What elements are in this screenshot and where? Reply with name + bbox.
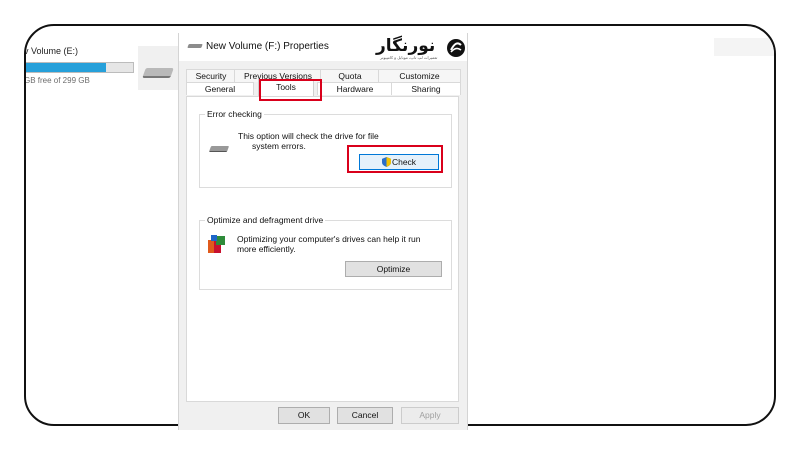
- check-button-label: Check: [391, 157, 417, 167]
- brand-logo: نورنگار تعمیرات لپ تاپ، موبایل و کامپیوت…: [376, 36, 469, 62]
- tab-customize[interactable]: Customize: [378, 69, 461, 82]
- tab-hardware[interactable]: Hardware: [317, 82, 393, 95]
- tab-quota[interactable]: Quota: [320, 69, 380, 82]
- tools-panel: Error checking This option will check th…: [186, 96, 459, 402]
- tab-security[interactable]: Security: [186, 69, 236, 82]
- hard-drive-icon: [142, 68, 174, 78]
- optimize-desc-line2: more efficiently.: [237, 244, 296, 254]
- optimize-button[interactable]: Optimize: [345, 261, 442, 277]
- properties-dialog: New Volume (F:) Properties نورنگار تعمیر…: [178, 33, 468, 430]
- optimize-desc-line1: Optimizing your computer's drives can he…: [237, 234, 421, 244]
- tab-general[interactable]: General: [186, 82, 254, 95]
- check-button[interactable]: Check: [359, 154, 439, 170]
- apply-button[interactable]: Apply: [401, 407, 459, 424]
- cancel-button[interactable]: Cancel: [337, 407, 393, 424]
- logo-mark-icon: [447, 39, 465, 57]
- uac-shield-icon: [381, 157, 391, 167]
- defrag-icon: [208, 235, 225, 253]
- error-checking-desc-line1: This option will check the drive for fil…: [238, 131, 379, 141]
- error-checking-desc-line2: system errors.: [252, 141, 306, 151]
- dialog-title: New Volume (F:) Properties: [206, 41, 329, 52]
- drive-icon: [208, 146, 230, 152]
- drive-free-space: GB free of 299 GB: [24, 76, 90, 85]
- tab-tools[interactable]: Tools: [258, 79, 314, 96]
- drive-usage-bar: [26, 62, 134, 73]
- optimize-title: Optimize and defragment drive: [205, 215, 326, 225]
- drive-usage-fill: [26, 63, 106, 72]
- tab-sharing[interactable]: Sharing: [391, 82, 461, 95]
- drive-title-icon: [187, 44, 203, 48]
- logo-subtitle: تعمیرات لپ تاپ، موبایل و کامپیوتر: [380, 55, 438, 60]
- drive-e-label[interactable]: v Volume (E:): [26, 46, 78, 56]
- ok-button[interactable]: OK: [278, 407, 330, 424]
- optimize-group: Optimize and defragment drive Optimizing…: [199, 215, 452, 290]
- drive-f-tile[interactable]: [138, 46, 180, 90]
- tab-strip: Security Previous Versions Quota Customi…: [186, 69, 461, 96]
- blurred-area: [714, 38, 774, 56]
- logo-text: نورنگار: [376, 36, 436, 55]
- error-checking-title: Error checking: [205, 109, 264, 119]
- error-checking-group: Error checking This option will check th…: [199, 109, 452, 188]
- dialog-titlebar: New Volume (F:) Properties نورنگار تعمیر…: [179, 33, 467, 61]
